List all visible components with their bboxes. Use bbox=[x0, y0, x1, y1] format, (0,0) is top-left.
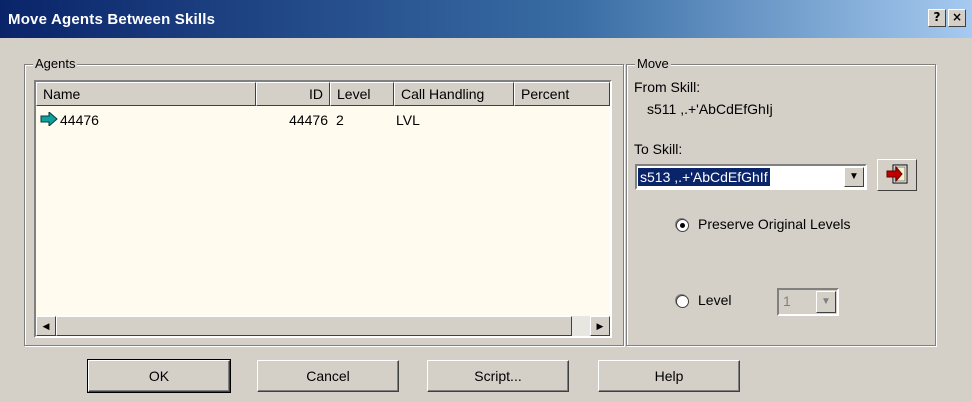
from-skill-label: From Skill: bbox=[634, 79, 701, 95]
help-title-button[interactable]: ? bbox=[928, 9, 946, 27]
agent-name-cell: 44476 bbox=[60, 112, 99, 128]
arrow-right-icon bbox=[40, 110, 60, 128]
column-header-percent[interactable]: Percent bbox=[514, 82, 610, 106]
scroll-right-icon[interactable]: ▶ bbox=[590, 316, 610, 336]
close-button[interactable]: × bbox=[948, 9, 966, 27]
column-header-level[interactable]: Level bbox=[330, 82, 394, 106]
move-group-label: Move bbox=[635, 56, 671, 72]
title-bar: Move Agents Between Skills ? × bbox=[0, 0, 972, 38]
chevron-down-icon[interactable]: ▼ bbox=[844, 167, 864, 187]
preserve-levels-radio[interactable] bbox=[676, 219, 689, 232]
level-radio[interactable] bbox=[676, 295, 689, 308]
import-arrow-icon bbox=[885, 163, 909, 188]
agents-group-label: Agents bbox=[33, 56, 78, 72]
agent-level-cell: 2 bbox=[336, 112, 344, 128]
to-skill-selected-value: s513 ,.+'AbCdEfGhIf bbox=[638, 168, 770, 186]
column-header-id[interactable]: ID bbox=[256, 82, 330, 106]
move-skill-button[interactable] bbox=[877, 159, 917, 191]
radio-selected-dot bbox=[680, 223, 685, 228]
window-title: Move Agents Between Skills bbox=[8, 10, 216, 28]
scroll-thumb[interactable] bbox=[56, 316, 572, 336]
help-button[interactable]: Help bbox=[598, 360, 740, 392]
column-header-call-handling[interactable]: Call Handling bbox=[394, 82, 514, 106]
list-header: Name ID Level Call Handling Percent bbox=[36, 82, 610, 106]
to-skill-select[interactable]: s513 ,.+'AbCdEfGhIf ▼ bbox=[635, 164, 867, 190]
scroll-left-icon[interactable]: ◀ bbox=[36, 316, 56, 336]
agents-list[interactable]: Name ID Level Call Handling Percent 4447… bbox=[34, 80, 612, 338]
cancel-button[interactable]: Cancel bbox=[257, 360, 399, 392]
script-button[interactable]: Script... bbox=[427, 360, 569, 392]
horizontal-scrollbar[interactable]: ◀ ▶ bbox=[36, 316, 610, 336]
level-select[interactable]: 1 ▼ bbox=[777, 288, 839, 316]
table-row[interactable]: 44476 44476 2 LVL bbox=[40, 110, 600, 130]
to-skill-label: To Skill: bbox=[634, 141, 683, 157]
from-skill-value: s511 ,.+'AbCdEfGhIj bbox=[647, 101, 773, 117]
level-select-value: 1 bbox=[783, 293, 791, 309]
column-header-name[interactable]: Name bbox=[36, 82, 256, 106]
agent-id-cell: 44476 bbox=[289, 112, 328, 128]
level-label[interactable]: Level bbox=[698, 292, 731, 308]
agent-call-handling-cell: LVL bbox=[396, 112, 420, 128]
dialog-window: Move Agents Between Skills ? × Agents Na… bbox=[0, 0, 972, 402]
chevron-down-icon[interactable]: ▼ bbox=[816, 291, 836, 313]
preserve-levels-label[interactable]: Preserve Original Levels bbox=[698, 216, 851, 232]
ok-button[interactable]: OK bbox=[87, 359, 231, 393]
